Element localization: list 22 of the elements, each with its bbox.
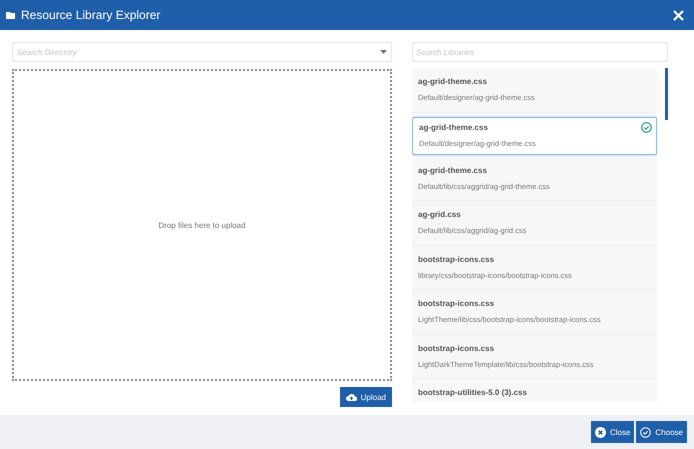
upload-button[interactable]: Upload	[340, 387, 392, 407]
library-name: ag-grid-theme.css	[418, 166, 487, 174]
check-circle-icon	[641, 122, 652, 132]
caret-icon	[380, 50, 387, 54]
choose-button[interactable]: Choose	[636, 421, 687, 443]
library-name: bootstrap-icons.css	[418, 299, 494, 308]
dropzone-text: Drop files here to upload	[158, 220, 246, 230]
close-icon	[594, 426, 606, 438]
close-button[interactable]: Close	[590, 421, 634, 443]
library-name: ag-grid-theme.css	[419, 122, 488, 132]
library-name: bootstrap-icons.css	[418, 254, 494, 264]
window-title: Resource Library Explorer	[21, 8, 160, 22]
folder-icon	[6, 11, 16, 19]
library-name: ag-grid-theme.css	[418, 77, 487, 86]
library-name: ag-grid.css	[418, 210, 461, 219]
check-circle-icon	[640, 426, 652, 438]
close-icon	[673, 10, 684, 20]
cloud-upload-icon	[346, 393, 357, 401]
dropzone[interactable]: Drop files here to upload	[12, 69, 392, 381]
library-name: bootstrap-icons.css	[418, 344, 494, 352]
library-name: bootstrap-utilities-5.0 (3).css	[418, 388, 527, 397]
scrollbar-thumb[interactable]	[665, 68, 668, 120]
